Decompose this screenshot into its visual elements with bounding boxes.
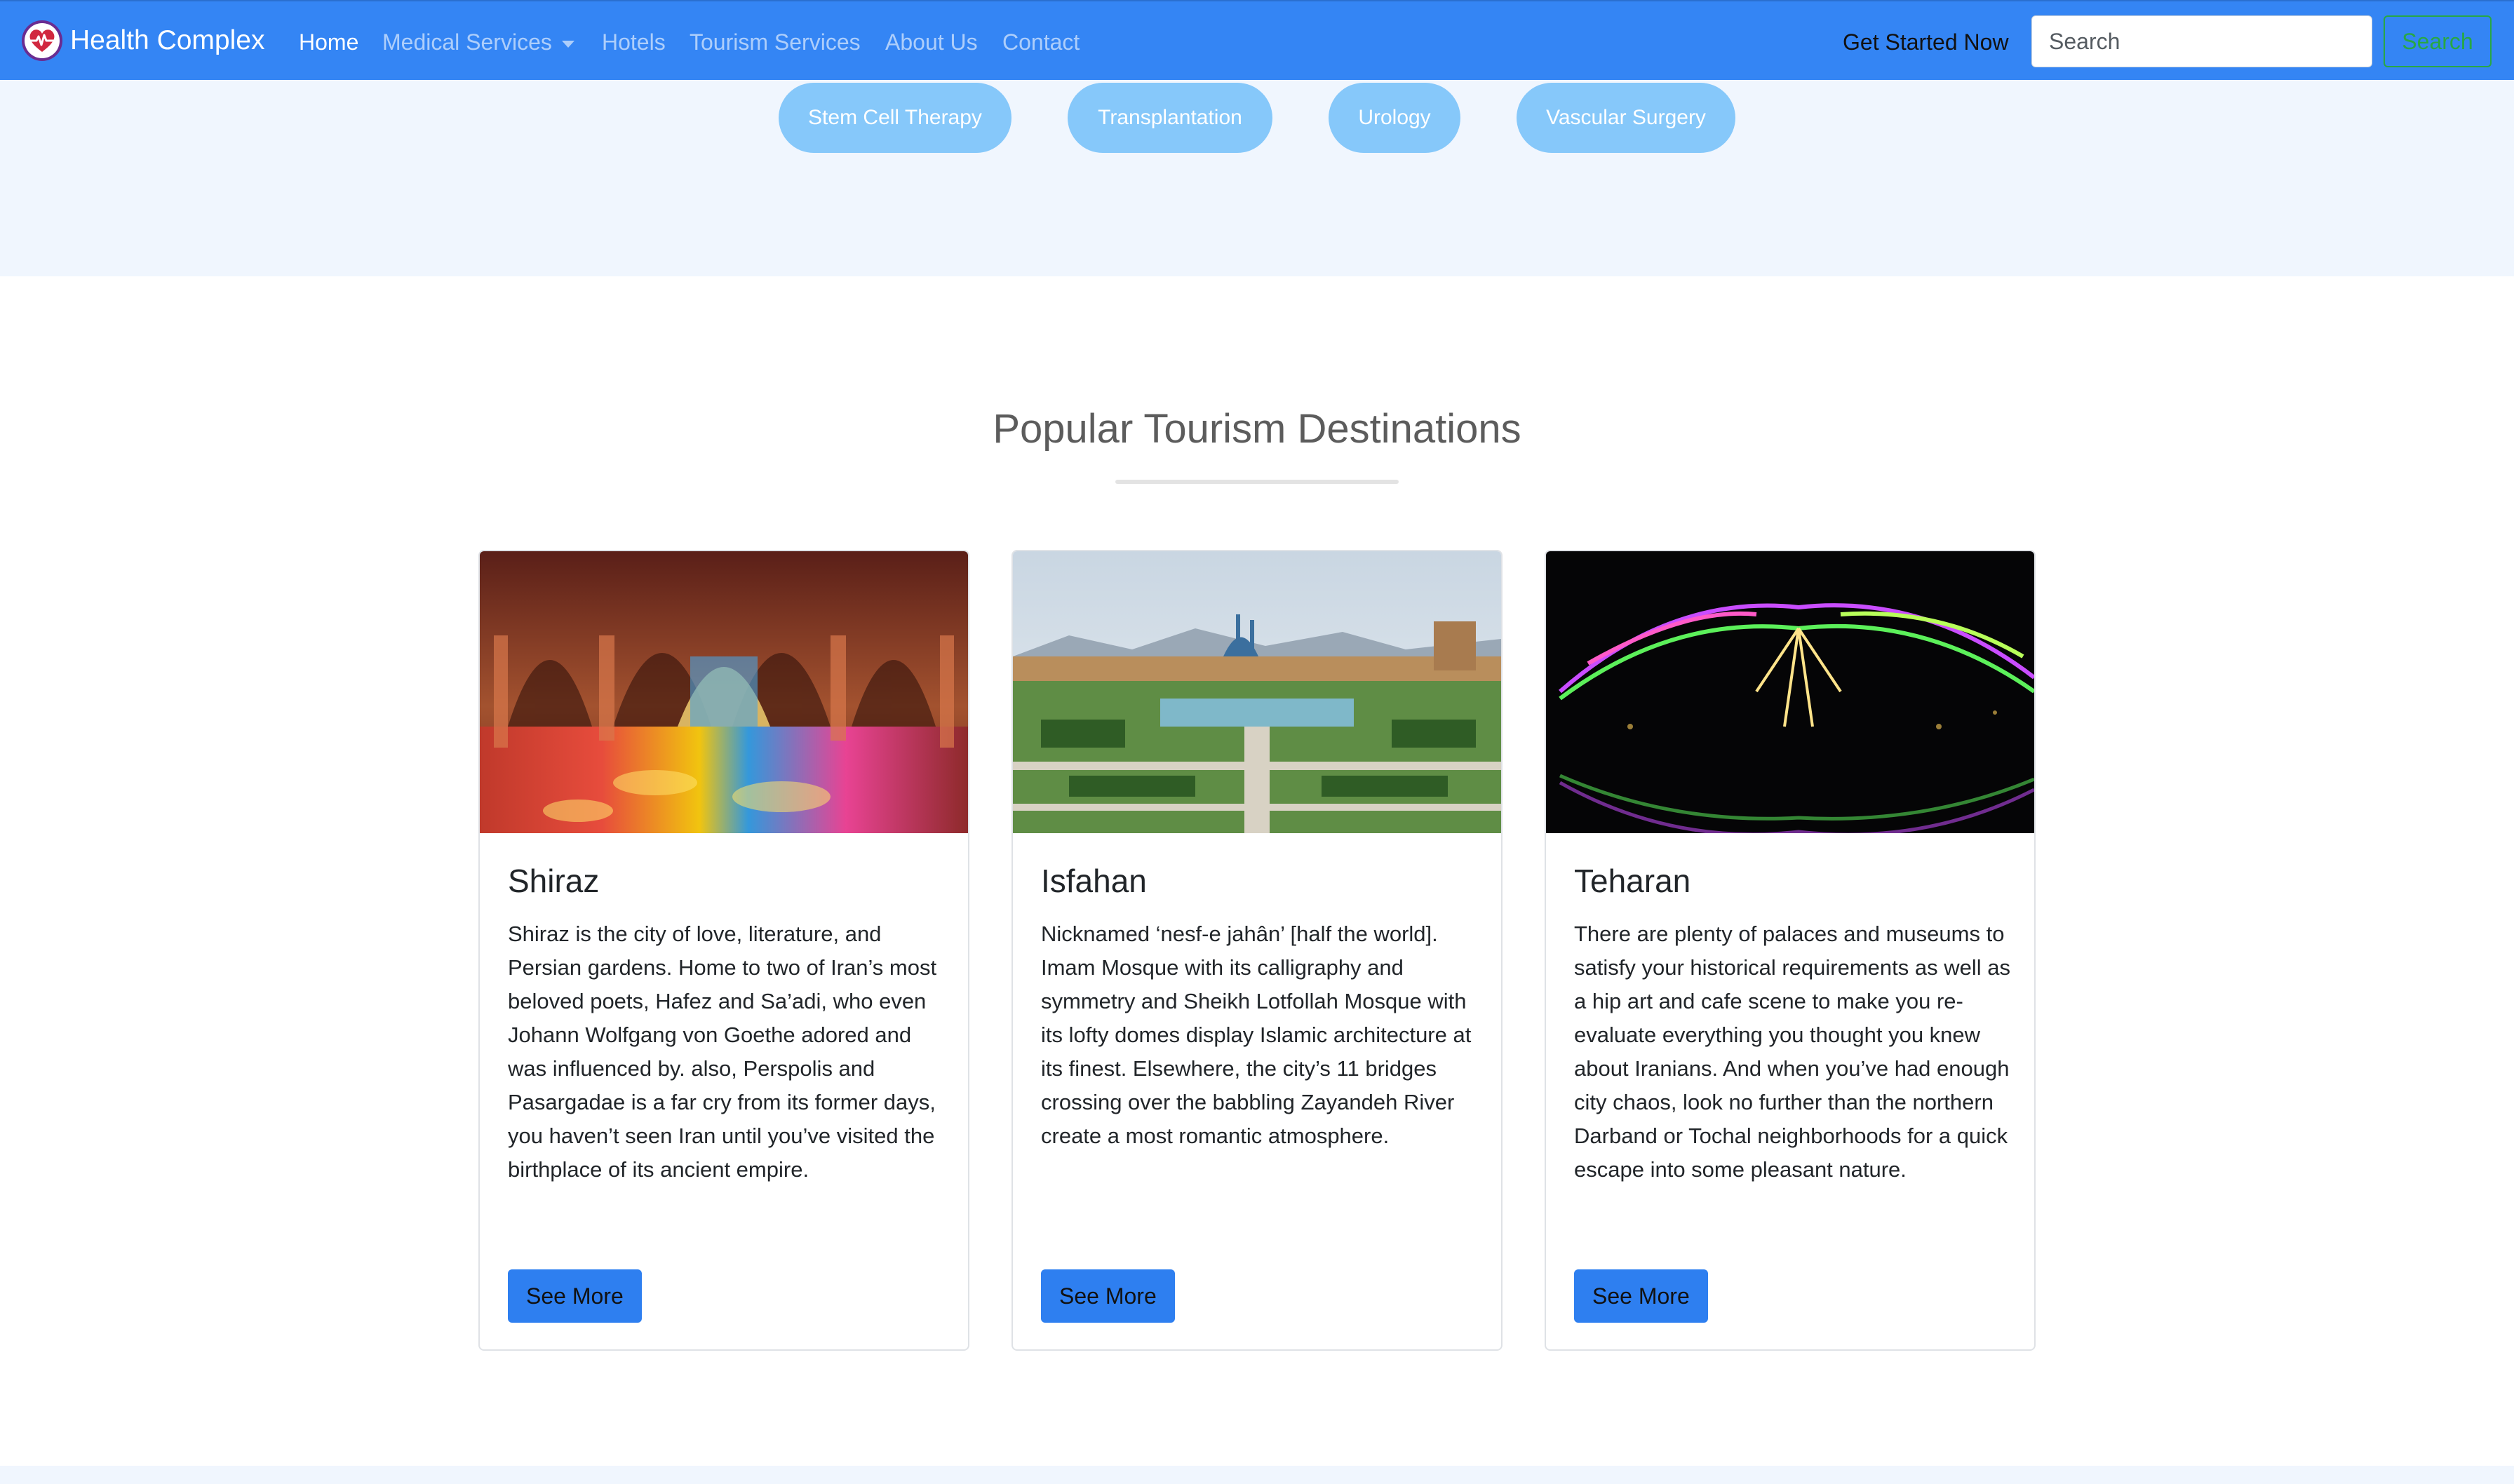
nav-about-us[interactable]: About Us <box>885 28 978 56</box>
brand-link[interactable]: Health Complex <box>21 20 264 62</box>
card-description: Shiraz is the city of love, literature, … <box>508 922 937 1182</box>
destination-card-shiraz: Shiraz Shiraz is the city of love, liter… <box>478 550 969 1351</box>
title-divider <box>1115 480 1399 484</box>
nav-tourism-services[interactable]: Tourism Services <box>690 28 861 56</box>
service-pill-vascular-surgery[interactable]: Vascular Surgery <box>1517 83 1735 153</box>
card-description: There are plenty of palaces and museums … <box>1574 922 2010 1182</box>
nav-medical-services-dropdown[interactable]: Medical Services <box>382 28 574 56</box>
service-pill-transplantation[interactable]: Transplantation <box>1068 83 1272 153</box>
search-button[interactable]: Search <box>2384 15 2492 67</box>
card-title: Isfahan <box>1041 863 1147 899</box>
footer-strip <box>0 1466 2514 1484</box>
service-pill-urology[interactable]: Urology <box>1329 83 1460 153</box>
search-input[interactable] <box>2031 15 2372 67</box>
get-started-link[interactable]: Get Started Now <box>1843 28 2009 56</box>
section-title: Popular Tourism Destinations <box>993 406 1521 452</box>
destination-card-isfahan: Isfahan Nicknamed ‘nesf-e jahân’ [half t… <box>1011 550 1503 1351</box>
see-more-button[interactable]: See More <box>508 1269 642 1323</box>
services-strip: Stem Cell Therapy Transplantation Urolog… <box>0 80 2514 276</box>
see-more-button[interactable]: See More <box>1574 1269 1708 1323</box>
card-title: Teharan <box>1574 863 1691 899</box>
brand-name: Health Complex <box>70 25 265 55</box>
caret-down-icon <box>561 40 574 48</box>
nav-medical-services-label: Medical Services <box>382 29 552 55</box>
shiraz-mosque-image <box>480 551 968 833</box>
card-title: Shiraz <box>508 863 600 899</box>
nav-contact[interactable]: Contact <box>1002 28 1080 56</box>
see-more-button[interactable]: See More <box>1041 1269 1175 1323</box>
service-pill-stem-cell-therapy[interactable]: Stem Cell Therapy <box>779 83 1011 153</box>
card-description: Nicknamed ‘nesf-e jahân’ [half the world… <box>1041 922 1472 1148</box>
navbar: Health Complex Home Medical Services Hot… <box>0 0 2514 80</box>
nav-home[interactable]: Home <box>299 28 358 56</box>
isfahan-square-image <box>1013 551 1501 833</box>
heart-pulse-logo-icon <box>22 20 62 61</box>
nav-hotels[interactable]: Hotels <box>602 28 666 56</box>
teharan-bridge-image <box>1546 551 2034 833</box>
destination-card-teharan: Teharan There are plenty of palaces and … <box>1545 550 2036 1351</box>
